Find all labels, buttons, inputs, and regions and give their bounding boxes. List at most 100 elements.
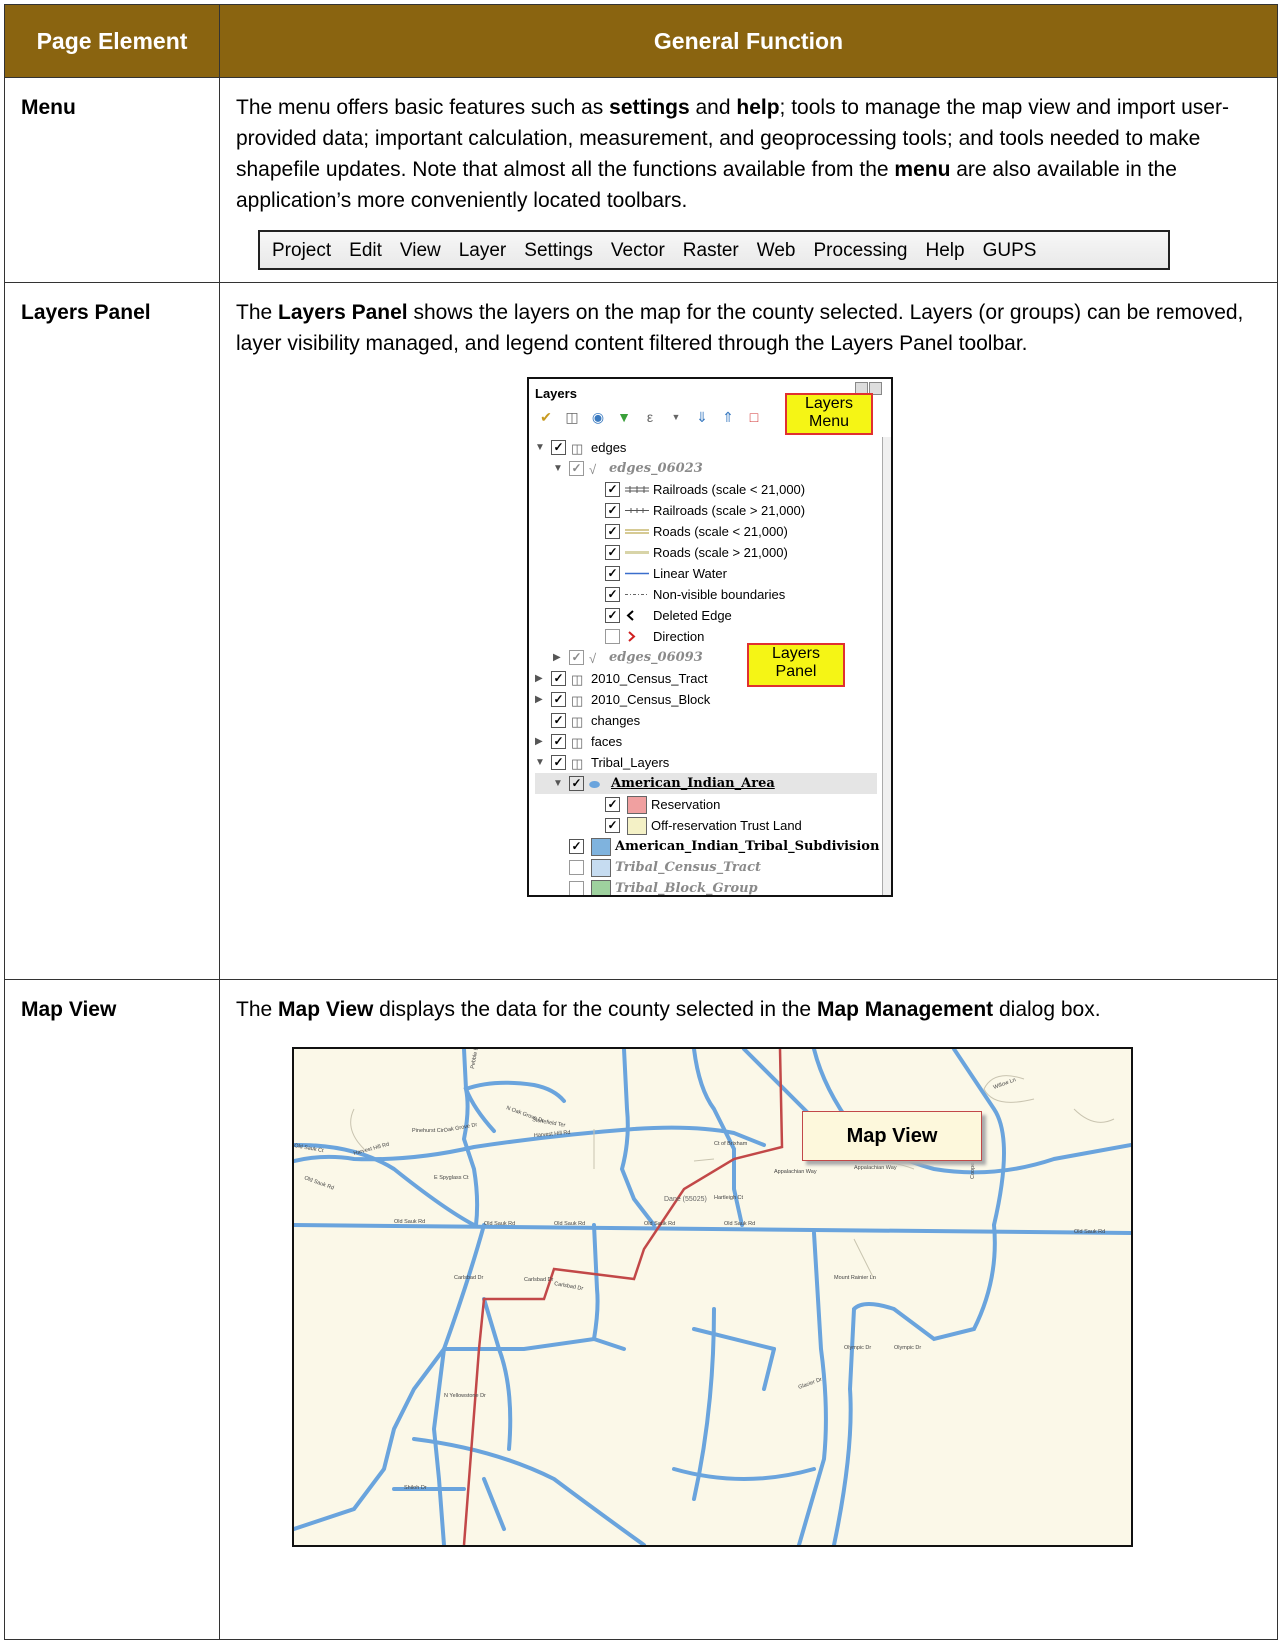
layer-checkbox[interactable]: ✓ — [605, 545, 620, 560]
street-label: Pinehurst Cir — [412, 1128, 444, 1134]
layer-checkbox[interactable]: ✓ — [605, 818, 620, 833]
menu-item-layer[interactable]: Layer — [459, 235, 507, 266]
layer-row[interactable]: ✓ ◫ changes — [535, 710, 877, 731]
map-view-description: The Map View displays the data for the c… — [236, 994, 1261, 1025]
reservation-boundary — [462, 1049, 784, 1545]
street-labels: Pebble Beach DrN Oak Grove DrStonefield … — [294, 1049, 1105, 1491]
layer-label: Deleted Edge — [653, 608, 732, 623]
menu-item-view[interactable]: View — [400, 235, 441, 266]
layer-row[interactable]: ▶ ✓ ◫ faces — [535, 731, 877, 752]
layer-checkbox[interactable]: ✓ — [605, 566, 620, 581]
layer-row[interactable]: ✓ Off-reservation Trust Land — [535, 815, 877, 836]
layer-row[interactable]: ✓ Linear Water — [535, 563, 877, 584]
street-label: Old Sauk Rd — [303, 1175, 334, 1191]
expand-arrow-icon[interactable]: ▼ — [535, 437, 545, 458]
county-label: Dane (55025) — [664, 1196, 707, 1203]
layer-checkbox[interactable]: ✓ — [551, 734, 566, 749]
menu-bar-image: Project Edit View Layer Settings Vector Raster… — [258, 230, 1170, 270]
layer-checkbox[interactable]: ✓ — [569, 650, 584, 665]
layer-row[interactable]: ✓ American_Indian_Tribal_Subdivision — [535, 836, 880, 857]
menu-item-project[interactable]: Project — [272, 235, 331, 266]
layer-row[interactable]: ▼ ✓ ◫ edges — [535, 437, 877, 458]
layer-row[interactable]: ✓ Roads (scale > 21,000) — [535, 542, 877, 563]
street-label: Shiloh Dr — [404, 1485, 427, 1491]
menu-item-processing[interactable]: Processing — [814, 235, 908, 266]
layers-toolbar: ✔ ◫ ◉ ▼ ε ▼ ⇓ ⇑ □ — [537, 407, 763, 428]
layer-checkbox[interactable]: ✓ — [551, 440, 566, 455]
expand-arrow-icon[interactable]: ▼ — [553, 458, 563, 479]
menu-description: The menu offers basic features such as s… — [236, 92, 1261, 216]
layer-label: American_Indian_Tribal_Subdivision — [615, 839, 880, 854]
collapse-arrow-icon[interactable]: ▶ — [553, 647, 561, 668]
menu-item-settings[interactable]: Settings — [524, 235, 593, 266]
layer-label: Reservation — [651, 797, 721, 812]
layer-checkbox[interactable]: ✓ — [605, 482, 620, 497]
layer-checkbox[interactable]: ✓ — [569, 461, 584, 476]
layer-group-icon: ◫ — [571, 756, 584, 771]
layer-row[interactable]: ✓ Non-visible boundaries — [535, 584, 877, 605]
layer-row[interactable]: ✓ Railroads (scale < 21,000) — [535, 479, 877, 500]
collapse-arrow-icon[interactable]: ▶ — [535, 731, 543, 752]
street-label: Old Sauk Rd — [644, 1221, 675, 1227]
layer-row[interactable]: ▼ ✓ √ edges_06023 — [535, 458, 877, 479]
layer-checkbox[interactable]: ✓ — [569, 839, 584, 854]
layers-panel-title: Layers — [535, 386, 577, 401]
map-view-figure: Dane (55025) Pebble Beach DrN Oak Grove … — [236, 1025, 1261, 1547]
layer-checkbox[interactable]: ✓ — [605, 503, 620, 518]
layer-group-icon: ◫ — [571, 672, 584, 687]
layer-checkbox[interactable]: ✓ — [605, 797, 620, 812]
layer-checkbox[interactable]: ✓ — [605, 608, 620, 623]
layer-row[interactable]: ✓ Reservation — [535, 794, 877, 815]
layer-row[interactable]: Tribal_Block_Group — [535, 878, 877, 895]
street-label: Glacier Dr — [798, 1377, 823, 1391]
layer-checkbox[interactable] — [569, 860, 584, 875]
layer-checkbox[interactable]: ✓ — [605, 587, 620, 602]
layer-row[interactable]: ✓ Railroads (scale > 21,000) — [535, 500, 877, 521]
street-label: Pebble Beach Dr — [470, 1049, 483, 1069]
layer-row[interactable]: ▼ ✓ ⬬ American_Indian_Area — [535, 773, 877, 794]
text-run: and — [689, 96, 737, 119]
layer-checkbox[interactable]: ✓ — [551, 671, 566, 686]
menu-item-help[interactable]: Help — [926, 235, 965, 266]
text-run: The — [236, 301, 279, 324]
visibility-eye-icon: ◉ — [591, 409, 605, 425]
layers-scrollbar[interactable] — [882, 437, 891, 895]
layer-checkbox[interactable]: ✓ — [551, 755, 566, 770]
layer-checkbox[interactable]: ✓ — [551, 713, 566, 728]
layer-row[interactable]: ▶ ✓ ◫ 2010_Census_Block — [535, 689, 877, 710]
collapse-arrow-icon[interactable]: ▶ — [535, 668, 543, 689]
street-label: Olympic Dr — [844, 1345, 871, 1351]
layer-checkbox[interactable]: ✓ — [605, 524, 620, 539]
menu-item-web[interactable]: Web — [757, 235, 796, 266]
layer-checkbox[interactable] — [605, 629, 620, 644]
bold-text-run: settings — [609, 96, 690, 119]
layer-label: Direction — [653, 629, 705, 644]
layer-label: Tribal_Census_Tract — [615, 860, 762, 875]
layer-checkbox[interactable] — [569, 881, 584, 895]
menu-item-vector[interactable]: Vector — [611, 235, 665, 266]
street-label: Old Sauk Rd — [484, 1221, 515, 1227]
layer-label: Off-reservation Trust Land — [651, 818, 802, 833]
expand-arrow-icon[interactable]: ▼ — [535, 752, 545, 773]
element-cell: Map View — [4, 979, 220, 1640]
collapse-all-icon: ⇑ — [722, 409, 734, 425]
filter-icon: ▼ — [617, 409, 631, 425]
expression-filter-icon: ε — [646, 409, 654, 425]
layer-row[interactable]: ✓ Deleted Edge — [535, 605, 877, 626]
legend-swatch — [591, 859, 611, 877]
expand-arrow-icon[interactable]: ▼ — [553, 773, 563, 794]
layer-row[interactable]: ✓ Roads (scale < 21,000) — [535, 521, 877, 542]
layer-row[interactable]: ▼ ✓ ◫ Tribal_Layers — [535, 752, 877, 773]
menu-item-raster[interactable]: Raster — [683, 235, 739, 266]
layer-checkbox[interactable]: ✓ — [569, 776, 584, 791]
menu-item-edit[interactable]: Edit — [349, 235, 382, 266]
collapse-arrow-icon[interactable]: ▶ — [535, 689, 543, 710]
layer-label: Tribal_Layers — [591, 755, 670, 770]
function-cell: The Layers Panel shows the layers on the… — [219, 282, 1278, 980]
layer-row[interactable]: Tribal_Census_Tract — [535, 857, 877, 878]
expand-all-icon: ⇓ — [696, 409, 708, 425]
layer-checkbox[interactable]: ✓ — [551, 692, 566, 707]
layer-label: Roads (scale < 21,000) — [653, 524, 788, 539]
menu-item-gups[interactable]: GUPS — [983, 235, 1037, 266]
polygon-layer-icon: ⬬ — [589, 777, 601, 792]
